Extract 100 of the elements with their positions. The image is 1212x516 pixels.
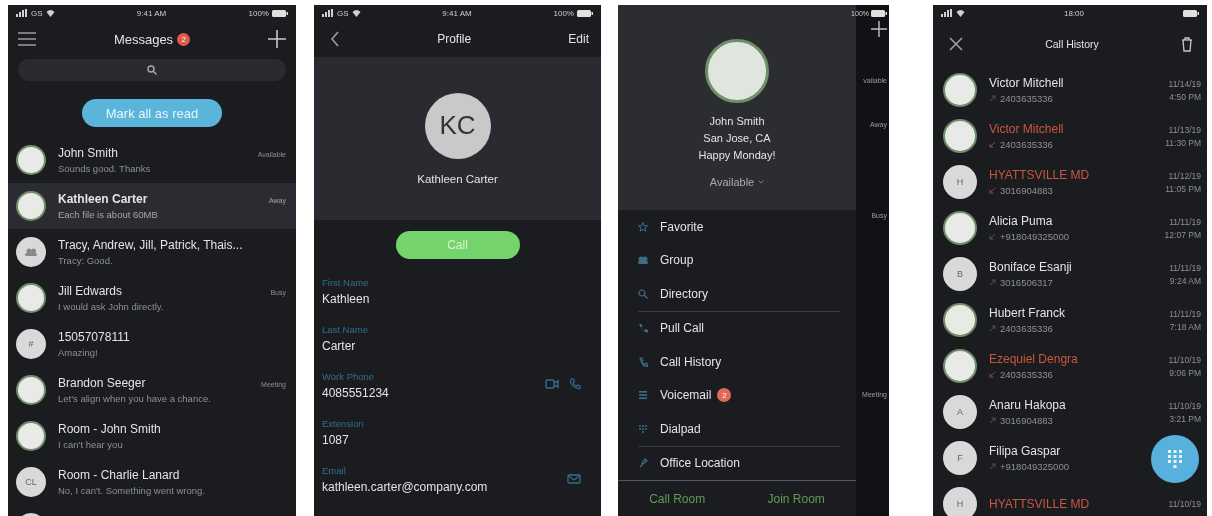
menu-item[interactable]: Directory bbox=[638, 277, 840, 311]
presence-label: Available bbox=[709, 176, 755, 188]
phone-icon bbox=[638, 356, 648, 367]
battery-icon bbox=[272, 9, 288, 17]
avatar-photo-placeholder bbox=[16, 421, 46, 451]
user-location: San Jose, CA bbox=[703, 131, 771, 146]
menu-item[interactable]: Call History bbox=[638, 345, 840, 379]
search-field[interactable] bbox=[18, 59, 286, 81]
avatar: F bbox=[943, 441, 977, 475]
message-preview: I can't hear you bbox=[58, 439, 124, 450]
status-time: 9:41 AM bbox=[442, 8, 472, 18]
field-value: Kathleen bbox=[322, 292, 370, 306]
edit-link[interactable]: Edit bbox=[568, 32, 589, 46]
screen-title: Profile bbox=[437, 32, 472, 46]
profile-photo-placeholder bbox=[705, 39, 769, 103]
battery-icon bbox=[1183, 9, 1199, 17]
call-time: 9:24 AM bbox=[1169, 275, 1201, 286]
phone-icon bbox=[638, 323, 648, 334]
caller-name: Boniface Esanji bbox=[989, 260, 1073, 274]
contact-name: 15057078111 bbox=[58, 330, 130, 344]
avatar-photo-placeholder bbox=[16, 191, 46, 221]
count-badge: 2 bbox=[717, 388, 732, 403]
menu-item[interactable]: Dialpad bbox=[638, 412, 840, 446]
caller-name: HYATTSVILLE MD bbox=[989, 497, 1091, 511]
call-date: 11/10/19 bbox=[1168, 499, 1201, 509]
message-preview: Let's align when you have a chance. bbox=[58, 393, 212, 404]
signal-icon bbox=[322, 9, 334, 17]
contact-name: Kathleen Carter bbox=[58, 192, 148, 206]
battery-percent: 100% bbox=[248, 8, 269, 18]
caller-name: Victor Mitchell bbox=[989, 76, 1065, 90]
menu-item-label: Dialpad bbox=[660, 421, 701, 436]
menu-item[interactable]: Pull Call bbox=[638, 311, 840, 345]
star-icon bbox=[638, 221, 648, 232]
avatar-photo-placeholder bbox=[943, 211, 977, 245]
call-date: 11/10/19 bbox=[1168, 354, 1201, 365]
pencil-icon bbox=[638, 458, 648, 469]
message-preview: Tracy: Good. bbox=[58, 255, 114, 266]
call-date: 11/11/19 bbox=[1169, 216, 1201, 227]
room-link[interactable]: Join Room bbox=[767, 491, 825, 506]
field-label: Last Name bbox=[322, 324, 368, 335]
carrier-label: GS bbox=[31, 8, 43, 18]
message-preview: Sounds good. Thanks bbox=[58, 163, 152, 174]
phone-number: 3016506317 bbox=[1000, 277, 1053, 288]
menu-item[interactable]: Office Location bbox=[638, 446, 840, 480]
signal-icon bbox=[16, 9, 28, 17]
menu-item-label: Directory bbox=[660, 286, 708, 301]
wifi-icon bbox=[956, 9, 965, 17]
menu-item[interactable]: Favorite bbox=[638, 210, 840, 244]
avatar-photo-placeholder bbox=[16, 283, 46, 313]
avatar: B bbox=[943, 257, 977, 291]
status-message: Happy Monday! bbox=[698, 148, 776, 163]
contact-name: Room - Charlie Lanard bbox=[58, 468, 180, 482]
call-time: 4:50 PM bbox=[1169, 91, 1201, 102]
dialpad-icon bbox=[1168, 450, 1182, 468]
avatar-photo-placeholder bbox=[943, 119, 977, 153]
dialpad-button[interactable] bbox=[1151, 435, 1199, 483]
caller-name: Anaru Hakopa bbox=[989, 398, 1067, 412]
list-icon bbox=[638, 390, 648, 401]
avatar: CL bbox=[16, 467, 46, 497]
mail-icon[interactable] bbox=[567, 474, 581, 484]
call-date: 11/12/19 bbox=[1168, 170, 1201, 181]
avatar: H bbox=[943, 165, 977, 199]
presence-dropdown[interactable]: Available bbox=[709, 176, 765, 188]
conversation-row[interactable]: Room - John Smith I can't hear you bbox=[8, 413, 296, 459]
avatar-photo-placeholder bbox=[16, 375, 46, 405]
phone-icon[interactable] bbox=[569, 378, 581, 390]
back-icon[interactable] bbox=[330, 31, 340, 47]
conversation-row[interactable]: Tracy, Andrew, Jill, Patrick, Thais... Tracy: Good. bbox=[8, 229, 296, 275]
search-icon bbox=[638, 288, 648, 299]
profile-name: Kathleen Carter bbox=[417, 172, 498, 185]
dialpad-icon bbox=[638, 423, 648, 434]
menu-item[interactable]: Group bbox=[638, 243, 840, 277]
menu-icon[interactable] bbox=[18, 32, 36, 46]
contact-name: Brandon Seeger bbox=[58, 376, 146, 390]
phone-number: +918049325000 bbox=[1000, 231, 1069, 242]
status-time: 18:00 bbox=[1064, 8, 1084, 18]
call-time: 9:06 PM bbox=[1169, 367, 1201, 378]
menu-item[interactable]: Voicemail 2 bbox=[638, 378, 840, 412]
call-time: 3:21 PM bbox=[1169, 413, 1201, 424]
avatar-photo-placeholder bbox=[943, 73, 977, 107]
video-icon[interactable] bbox=[545, 379, 559, 389]
phone-number: +918049325000 bbox=[1000, 461, 1069, 472]
user-name: John Smith bbox=[709, 114, 765, 129]
menu-item-label: Pull Call bbox=[660, 321, 704, 336]
chevron-down-icon bbox=[758, 180, 765, 184]
wifi-icon bbox=[351, 9, 361, 17]
phone-number: 2403635336 bbox=[1000, 369, 1053, 380]
add-icon[interactable] bbox=[268, 30, 286, 48]
field-label: First Name bbox=[322, 277, 370, 288]
avatar: H bbox=[943, 487, 977, 516]
trash-icon[interactable] bbox=[1181, 36, 1193, 52]
field-label: Extension bbox=[322, 418, 364, 429]
message-preview: I would ask John directly. bbox=[58, 301, 165, 312]
close-icon[interactable] bbox=[949, 37, 963, 51]
room-link[interactable]: Call Room bbox=[649, 491, 706, 506]
conversation-row[interactable]: # 15057078111 Amazing! bbox=[8, 321, 296, 367]
call-date: 11/11/19 bbox=[1169, 308, 1201, 319]
unread-badge: 2 bbox=[177, 32, 191, 46]
conversation-row[interactable]: CL Room - Charlie Lanard No, I can't. Something went wrong. bbox=[8, 459, 296, 505]
initials-avatar: KC bbox=[424, 92, 491, 159]
